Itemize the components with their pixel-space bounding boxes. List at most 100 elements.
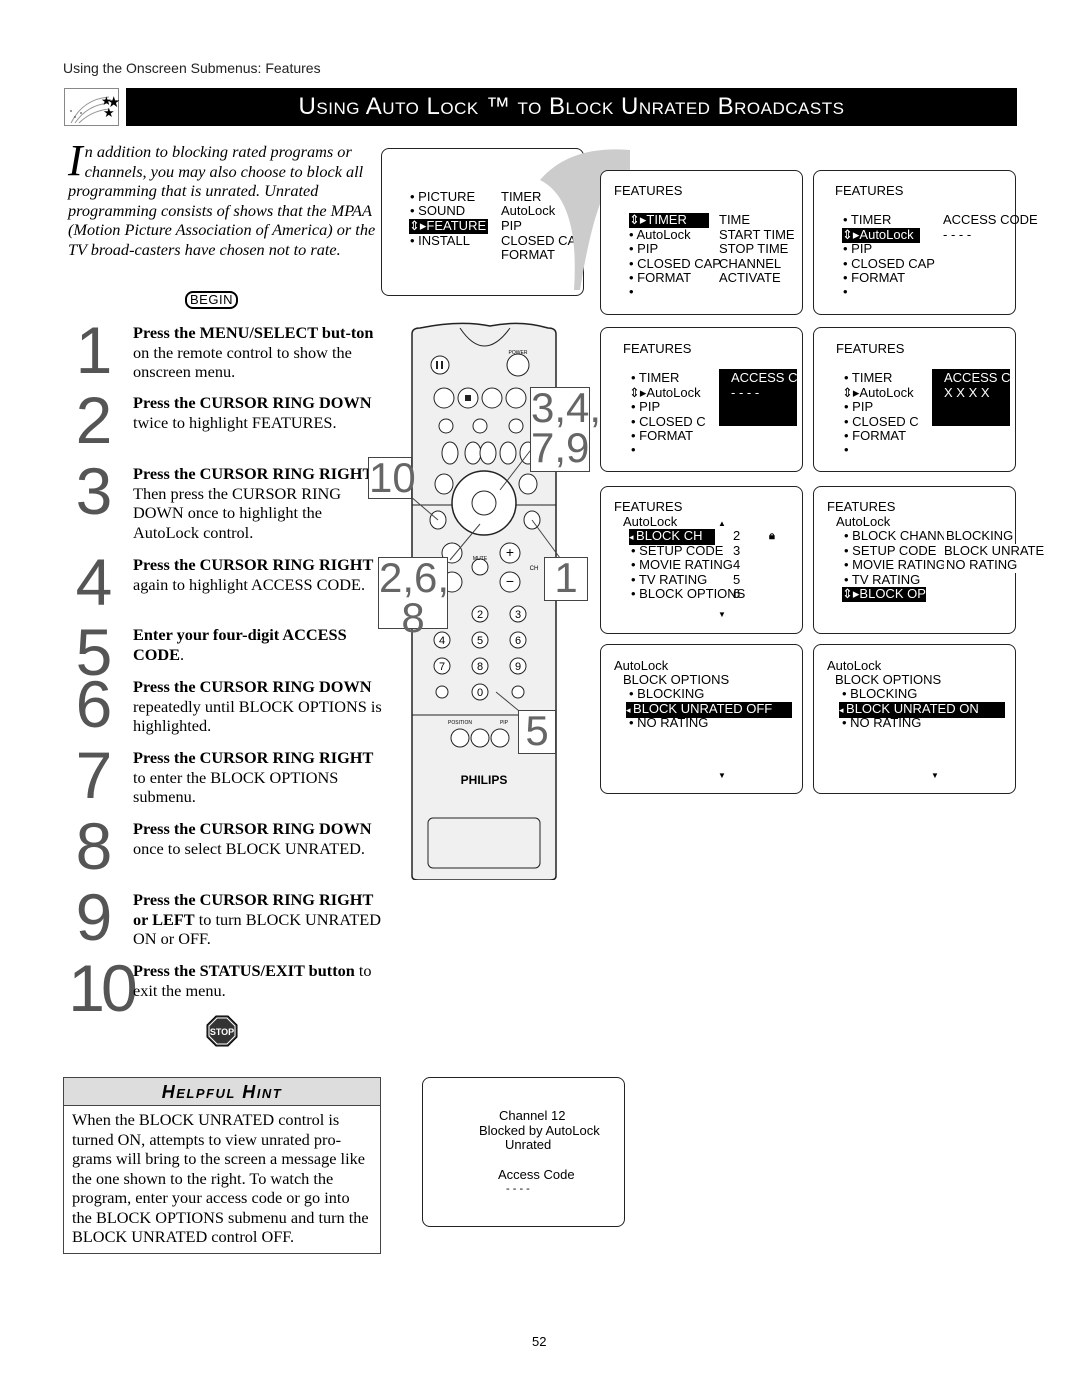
scroll-down-icon: ▼ <box>718 610 726 619</box>
step-number: 9 <box>75 880 113 954</box>
scroll-down-icon: ▼ <box>931 771 939 780</box>
stop-sign-icon: STOP <box>206 1015 238 1047</box>
menu-item: • TIMER <box>844 370 893 385</box>
menu-item: • NO RATING <box>842 715 922 730</box>
step-detail: twice to highlight FEATURES. <box>133 412 337 432</box>
access-code-value: - - - - <box>731 385 760 400</box>
access-code-value: - - - - <box>943 227 972 242</box>
submenu-item: ACTIVATE <box>719 270 781 285</box>
access-code-label: ACCESS C <box>731 370 798 385</box>
menu-item: • <box>631 442 636 457</box>
menu-item: • PIP <box>843 241 873 256</box>
menu-item: • NO RATING <box>629 715 709 730</box>
channel-value: 2 <box>733 528 741 543</box>
digit-7-button: 7 <box>439 661 445 673</box>
step-number: 3 <box>75 454 113 528</box>
stop-label: STOP <box>210 1027 234 1037</box>
screen-title: FEATURES <box>835 183 904 198</box>
cursor-arrows-icon: ⇕▸ <box>842 586 860 601</box>
begin-badge: BEGIN <box>185 291 238 309</box>
option-value: 4 <box>733 557 741 572</box>
menu-item-label: AutoLock <box>859 385 914 400</box>
access-code-panel: ACCESS C X X X X <box>932 369 1010 426</box>
step-detail: again to highlight ACCESS CODE. <box>133 574 366 594</box>
shooting-stars-icon: ★ ★ ★ <box>70 94 120 124</box>
step-detail: once to select BLOCK UNRATED. <box>133 838 365 858</box>
step-text: Press the MENU/SELECT but-ton on the rem… <box>133 323 383 382</box>
menu-item: • FORMAT <box>631 428 694 443</box>
cursor-arrows-icon: ⇕▸ <box>842 227 860 242</box>
step-text: Press the CURSOR RING DOWN repeatedly un… <box>133 677 383 736</box>
screen-autolock-block-options: FEATURES AutoLock • BLOCK CHANNEL • SETU… <box>813 486 1045 634</box>
step-number: 10 <box>68 951 137 1025</box>
blocked-rating: Unrated <box>505 1137 552 1152</box>
pip-label: PIP <box>500 720 509 726</box>
ch-label: CH <box>530 566 539 572</box>
step-text: Enter your four-digit ACCESS CODE. <box>133 625 383 664</box>
screen-title: FEATURES <box>614 499 683 514</box>
step-text: Press the CURSOR RING RIGHT again to hig… <box>133 555 383 594</box>
screen-access-code-entry: FEATURES • TIMER ⇕▸AutoLock • PIP • CLOS… <box>600 327 803 472</box>
menu-item: • <box>844 442 849 457</box>
page-number: 52 <box>532 1334 547 1349</box>
menu-item-label: AutoLock <box>859 227 914 242</box>
menu-item-label: BLOCK CH <box>636 528 703 543</box>
callout-steps-2-6-8: 2,6, 8 <box>378 554 450 641</box>
callout-step-1: 1 <box>544 557 588 601</box>
toggle-state: OFF <box>746 701 773 716</box>
menu-item-label: TIMER <box>646 212 687 227</box>
step-detail: on the remote control to show the onscre… <box>133 342 352 382</box>
submenu-item: PIP <box>501 218 522 233</box>
screen-access-code-entered: FEATURES • TIMER ⇕▸AutoLock • PIP • CLOS… <box>813 327 1016 472</box>
menu-item: • FORMAT <box>844 428 907 443</box>
digit-0-button: 0 <box>477 687 483 699</box>
step-text: Press the CURSOR RING DOWN once to selec… <box>133 819 383 858</box>
menu-item: • TIMER <box>631 370 680 385</box>
svg-text:+: + <box>506 544 514 560</box>
step-detail: repeatedly until BLOCK OPTIONS is highli… <box>133 696 382 736</box>
menu-item: • PIP <box>631 399 661 414</box>
submenu-item: BLOCKING <box>944 528 1014 544</box>
drop-cap: I <box>68 136 83 185</box>
cursor-arrows-icon: ⇕▸ <box>842 385 860 400</box>
screen-title: FEATURES <box>614 183 683 198</box>
menu-item: • BLOCKING <box>629 686 705 701</box>
menu-item-label: AutoLock <box>646 385 701 400</box>
option-value: 6 <box>733 586 741 601</box>
access-code-value: X X X X <box>944 385 990 400</box>
padlock-icon: 🔒︎ <box>769 530 775 542</box>
callout-step-5: 5 <box>518 710 556 754</box>
helpful-hint-box: Helpful Hint When the BLOCK UNRATED cont… <box>63 1077 381 1254</box>
screen-title: FEATURES <box>836 341 905 356</box>
step-action: Press the CURSOR RING DOWN <box>133 393 372 412</box>
submenu-item: TIME <box>719 212 751 227</box>
screen-title: FEATURES <box>827 499 896 514</box>
menu-item-label: FEATURE <box>426 218 487 233</box>
blocked-channel: Channel 12 <box>499 1108 566 1123</box>
digit-9-button: 9 <box>515 661 521 673</box>
digit-3-button: 3 <box>515 609 521 621</box>
access-code-label: Access Code <box>498 1167 575 1182</box>
digit-5-button: 5 <box>477 635 483 647</box>
step-action: Press the CURSOR RING RIGHT <box>133 748 374 767</box>
submenu-item: STOP TIME <box>719 241 789 256</box>
step-action: Enter your four-digit ACCESS CODE <box>133 625 347 664</box>
screen-blocked-message: Channel 12 Blocked by AutoLock Unrated A… <box>422 1077 625 1227</box>
hint-body: When the BLOCK UNRATED control is turned… <box>72 1110 369 1246</box>
menu-item-block-options-highlighted: ⇕▸BLOCK OP <box>842 586 926 602</box>
cursor-arrows-icon: ⇕▸ <box>629 385 647 400</box>
running-head: Using the Onscreen Submenus: Features <box>63 60 321 76</box>
screen-block-options-on: AutoLock BLOCK OPTIONS • BLOCKING ◂ BLOC… <box>813 644 1016 794</box>
step-detail: . <box>180 644 185 664</box>
power-label: POWER <box>509 350 528 356</box>
shooting-stars-logo: ★ ★ ★ <box>64 88 120 126</box>
access-code-label: ACCESS CODE <box>943 212 1038 227</box>
screen-block-options-off: AutoLock BLOCK OPTIONS • BLOCKING ◂ BLOC… <box>600 644 803 794</box>
step-action: Press the CURSOR RING DOWN <box>133 819 372 838</box>
menu-item: • FORMAT <box>843 270 906 285</box>
menu-item: • BLOCKING <box>842 686 918 701</box>
digit-6-button: 6 <box>515 635 521 647</box>
digit-2-button: 2 <box>477 609 483 621</box>
step-action: Press the MENU/SELECT but-ton <box>133 323 374 342</box>
step-text: Press the CURSOR RING RIGHT to enter the… <box>133 748 383 807</box>
